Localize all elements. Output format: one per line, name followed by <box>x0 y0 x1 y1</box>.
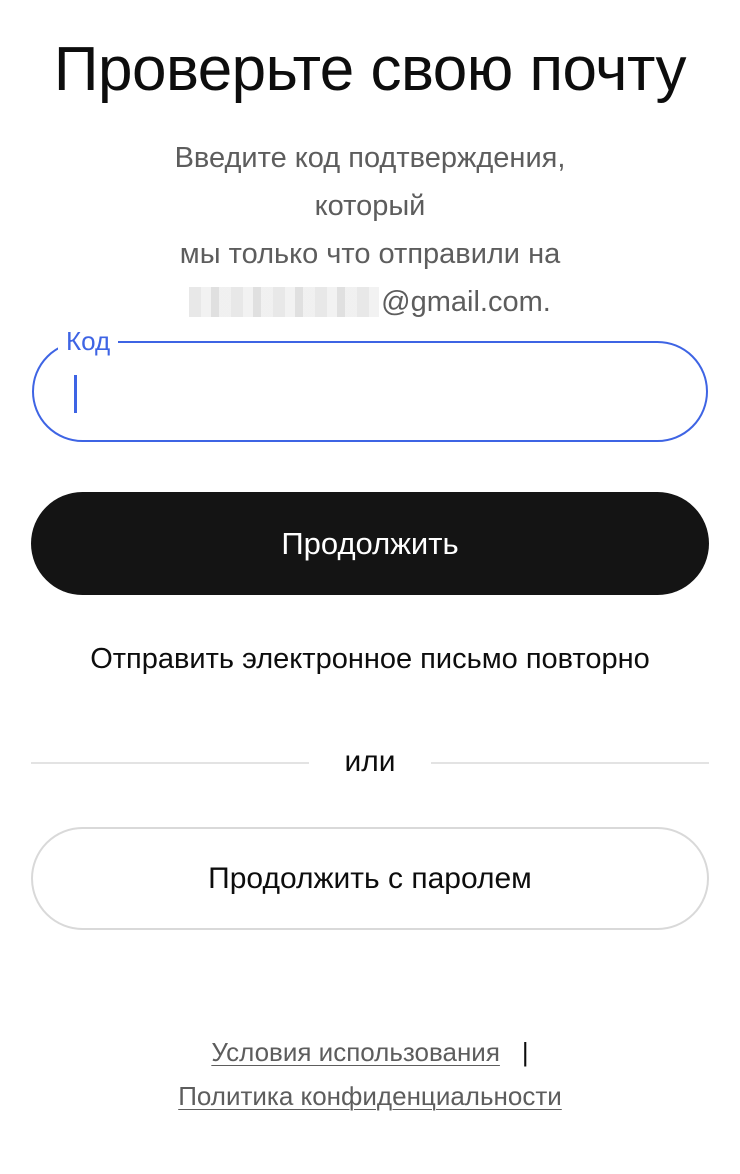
divider-text: или <box>344 745 396 778</box>
page-title: Проверьте свою почту <box>53 35 687 104</box>
code-input[interactable] <box>68 365 668 419</box>
footer-separator: | <box>521 1037 529 1067</box>
continue-button[interactable]: Продолжить <box>31 492 709 595</box>
email-domain: @gmail.com. <box>381 286 551 318</box>
code-field[interactable]: Код <box>32 326 708 442</box>
terms-of-use-link[interactable]: Условия использования <box>211 1037 500 1067</box>
resend-email-link[interactable]: Отправить электронное письмо повторно <box>0 638 740 680</box>
footer-links: Условия использования | Политика конфиден… <box>0 1030 740 1118</box>
privacy-policy-link[interactable]: Политика конфиденциальности <box>178 1081 562 1111</box>
divider-line-left <box>31 762 309 764</box>
instruction-text: Введите код подтверждения, который мы то… <box>120 134 620 332</box>
instruction-line-1: Введите код подтверждения, который <box>174 142 566 222</box>
continue-with-password-button[interactable]: Продолжить с паролем <box>31 827 709 930</box>
code-field-label: Код <box>58 326 119 356</box>
divider-line-right <box>431 762 709 764</box>
instruction-line-2: мы только что отправили на <box>179 238 561 270</box>
text-caret <box>74 375 77 413</box>
redacted-email-user <box>189 287 380 317</box>
verify-email-page: Проверьте свою почту Введите код подтвер… <box>0 0 740 1174</box>
email-address: @gmail.com. <box>189 278 551 326</box>
